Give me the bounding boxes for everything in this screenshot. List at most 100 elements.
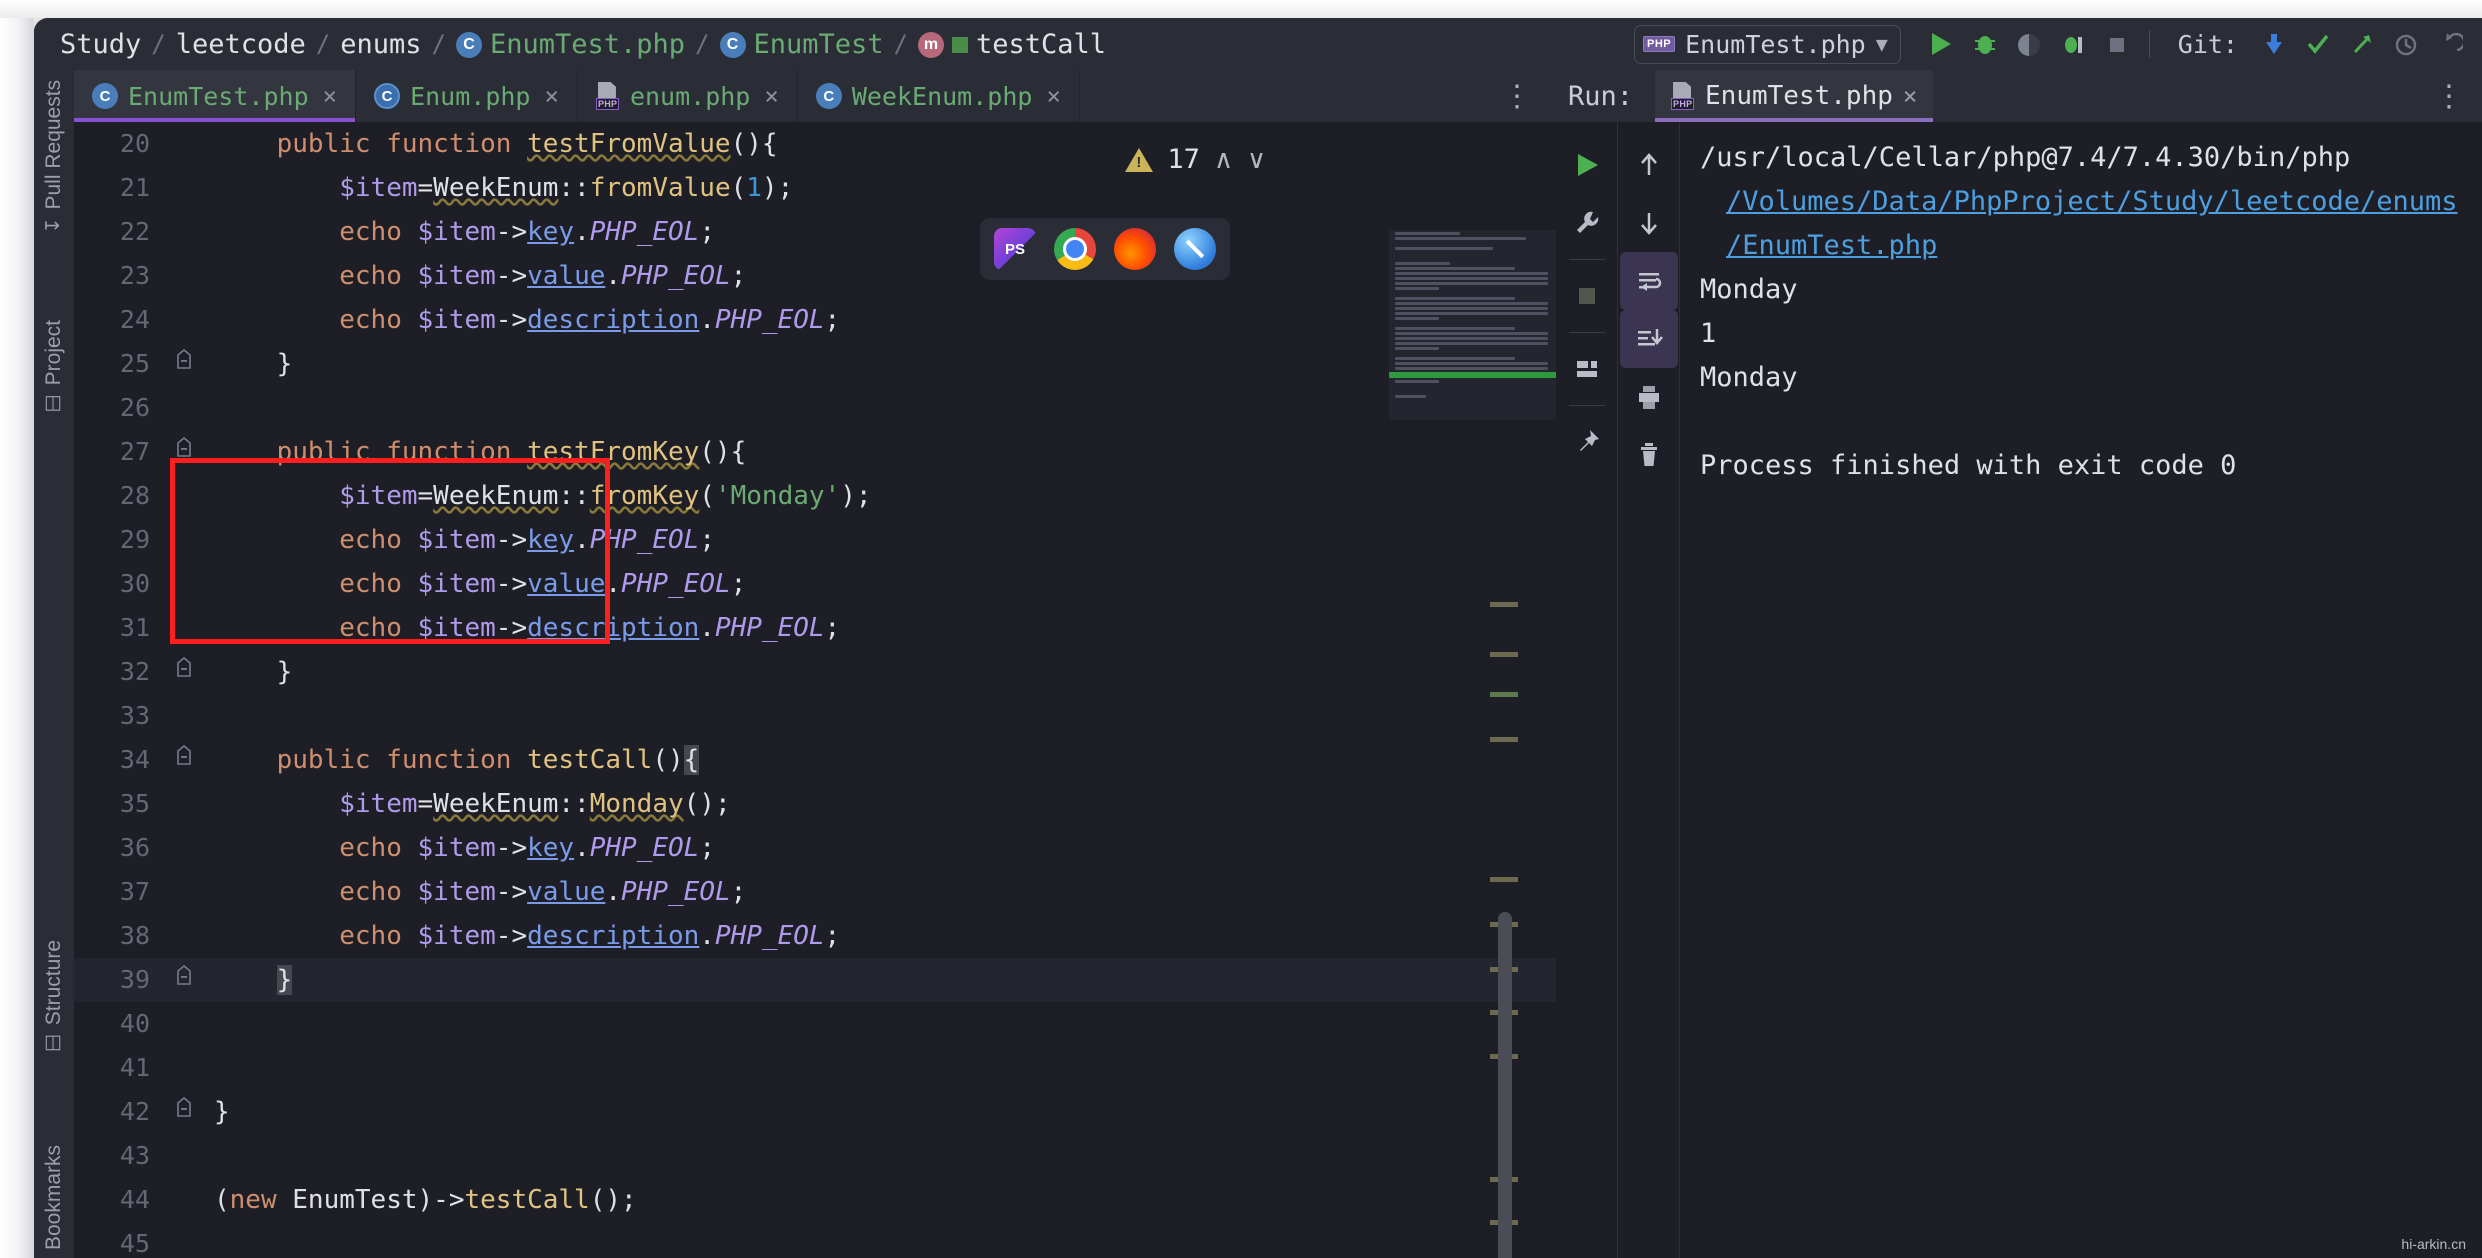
up-arrow-icon[interactable] bbox=[1620, 136, 1678, 194]
breadcrumb-item-study[interactable]: Study bbox=[60, 29, 141, 60]
sidebar-item-pull-requests[interactable]: ↧ Pull Requests bbox=[34, 80, 78, 234]
console-output[interactable]: /usr/local/Cellar/php@7.4/7.4.30/bin/php… bbox=[1680, 122, 2482, 1258]
code-line[interactable]: 24 echo $item->description.PHP_EOL; bbox=[74, 298, 1556, 342]
code-line[interactable]: 44 (new EnumTest)->testCall(); bbox=[74, 1178, 1556, 1222]
scrollbar-marker[interactable] bbox=[1490, 602, 1518, 607]
code-line[interactable]: 45 bbox=[74, 1222, 1556, 1258]
editor-scrollbar-thumb[interactable] bbox=[1498, 912, 1512, 1258]
firefox-icon[interactable] bbox=[1114, 228, 1156, 270]
code-line[interactable]: 43 bbox=[74, 1134, 1556, 1178]
code-line[interactable]: 22 echo $item->key.PHP_EOL; bbox=[74, 210, 1556, 254]
next-problem-icon[interactable]: ∨ bbox=[1247, 144, 1266, 175]
code-line[interactable]: 35 $item=WeekEnum::Monday(); bbox=[74, 782, 1556, 826]
down-arrow-icon[interactable] bbox=[1620, 194, 1678, 252]
rerun-icon[interactable] bbox=[1558, 136, 1616, 194]
phpstorm-icon[interactable]: PS bbox=[994, 228, 1036, 270]
breadcrumb-item-enumtest[interactable]: C EnumTest bbox=[719, 29, 884, 60]
trash-icon[interactable] bbox=[1620, 426, 1678, 484]
breadcrumb-item-leetcode[interactable]: leetcode bbox=[176, 29, 306, 60]
code-text: echo $item->description.PHP_EOL; bbox=[339, 921, 841, 951]
inspection-widget[interactable]: 17 ∧ ∨ bbox=[1125, 144, 1266, 175]
chrome-icon[interactable] bbox=[1054, 228, 1096, 270]
git-push-button[interactable] bbox=[2340, 22, 2384, 66]
git-update-button[interactable] bbox=[2252, 22, 2296, 66]
close-icon[interactable]: × bbox=[764, 82, 778, 110]
scrollbar-marker[interactable] bbox=[1490, 692, 1518, 697]
code-line[interactable]: 34 public function testCall(){ bbox=[74, 738, 1556, 782]
editor-tab-weekenum-php[interactable]: C WeekEnum.php × bbox=[798, 70, 1080, 122]
code-line[interactable]: 32 } bbox=[74, 650, 1556, 694]
tab-options-icon[interactable]: ⋮ bbox=[1480, 70, 1556, 122]
code-editor[interactable]: 20 public function testFromValue(){21 $i… bbox=[74, 122, 1556, 1258]
run-options-icon[interactable]: ⋮ bbox=[2434, 79, 2482, 114]
layout-icon[interactable] bbox=[1558, 340, 1616, 398]
code-line[interactable]: 40 bbox=[74, 1002, 1556, 1046]
line-number: 39 bbox=[119, 965, 150, 994]
sidebar-item-project[interactable]: ◫ Project bbox=[34, 320, 78, 415]
console-link-line[interactable]: /Volumes/Data/PhpProject/Study/leetcode/… bbox=[1700, 180, 2482, 224]
run-with-coverage-button[interactable] bbox=[2007, 22, 2051, 66]
code-line[interactable]: 31 echo $item->description.PHP_EOL; bbox=[74, 606, 1556, 650]
code-line[interactable]: 36 echo $item->key.PHP_EOL; bbox=[74, 826, 1556, 870]
close-icon[interactable]: × bbox=[323, 82, 337, 110]
code-line[interactable]: 29 echo $item->key.PHP_EOL; bbox=[74, 518, 1556, 562]
code-line[interactable]: 27 public function testFromKey(){ bbox=[74, 430, 1556, 474]
scroll-to-end-icon[interactable] bbox=[1619, 310, 1678, 368]
code-line[interactable]: 20 public function testFromValue(){ bbox=[74, 122, 1556, 166]
print-icon[interactable] bbox=[1620, 368, 1678, 426]
git-history-button[interactable] bbox=[2384, 22, 2428, 66]
stop-icon[interactable] bbox=[1558, 267, 1616, 325]
stop-button[interactable] bbox=[2095, 22, 2139, 66]
run-configuration-selector[interactable]: PHP EnumTest.php ▼ bbox=[1633, 24, 1901, 64]
safari-icon[interactable] bbox=[1174, 228, 1216, 270]
breadcrumb-item-testcall[interactable]: m testCall bbox=[918, 29, 1106, 60]
code-line[interactable]: 21 $item=WeekEnum::fromValue(1); bbox=[74, 166, 1556, 210]
debug-button[interactable] bbox=[1963, 22, 2007, 66]
breadcrumb-label: enums bbox=[340, 28, 422, 60]
code-line[interactable]: 41 bbox=[74, 1046, 1556, 1090]
run-tab-enumtest[interactable]: PHP EnumTest.php × bbox=[1655, 70, 1934, 122]
editor-tab-enum-php[interactable]: PHP enum.php × bbox=[578, 70, 798, 122]
fold-marker-icon[interactable] bbox=[166, 650, 202, 694]
console-link-line[interactable]: /EnumTest.php bbox=[1700, 224, 2482, 268]
code-line[interactable]: 30 echo $item->value.PHP_EOL; bbox=[74, 562, 1556, 606]
scrollbar-marker[interactable] bbox=[1490, 652, 1518, 657]
editor-tab-enumtest-php[interactable]: C EnumTest.php × bbox=[74, 70, 357, 122]
scrollbar-marker[interactable] bbox=[1490, 737, 1518, 742]
code-line[interactable]: 23 echo $item->value.PHP_EOL; bbox=[74, 254, 1556, 298]
scrollbar-marker[interactable] bbox=[1490, 877, 1518, 882]
line-number: 38 bbox=[119, 921, 150, 950]
browser-launch-popup[interactable]: PS bbox=[980, 218, 1230, 280]
breadcrumb-item-enums[interactable]: enums bbox=[340, 29, 421, 60]
wrench-settings-icon[interactable] bbox=[1558, 194, 1616, 252]
editor-minimap[interactable] bbox=[1389, 230, 1556, 420]
code-line[interactable]: 28 $item=WeekEnum::fromKey('Monday'); bbox=[74, 474, 1556, 518]
code-line[interactable]: 37 echo $item->value.PHP_EOL; bbox=[74, 870, 1556, 914]
code-line[interactable]: 26 bbox=[74, 386, 1556, 430]
close-icon[interactable]: × bbox=[1903, 82, 1917, 110]
previous-problem-icon[interactable]: ∧ bbox=[1214, 144, 1233, 175]
fold-marker-icon[interactable] bbox=[166, 958, 202, 1002]
run-button[interactable] bbox=[1919, 22, 1963, 66]
sidebar-item-structure[interactable]: ◫ Structure bbox=[34, 940, 78, 1055]
sidebar-item-bookmarks[interactable]: Bookmarks bbox=[34, 1145, 78, 1250]
close-icon[interactable]: × bbox=[1046, 82, 1060, 110]
close-icon[interactable]: × bbox=[545, 82, 559, 110]
profile-button[interactable] bbox=[2051, 22, 2095, 66]
fold-marker-icon[interactable] bbox=[166, 738, 202, 782]
git-rollback-button[interactable] bbox=[2428, 22, 2472, 66]
code-line[interactable]: 42} bbox=[74, 1090, 1556, 1134]
breadcrumb-item-enumtest-php[interactable]: C EnumTest.php bbox=[455, 29, 685, 60]
code-line[interactable]: 39 } bbox=[74, 958, 1556, 1002]
fold-marker-icon[interactable] bbox=[166, 342, 202, 386]
pin-icon[interactable] bbox=[1558, 413, 1616, 471]
scrollbar-marker-rail[interactable] bbox=[1486, 562, 1526, 1258]
code-line[interactable]: 38 echo $item->description.PHP_EOL; bbox=[74, 914, 1556, 958]
soft-wrap-icon[interactable] bbox=[1619, 252, 1678, 310]
fold-marker-icon[interactable] bbox=[166, 430, 202, 474]
code-line[interactable]: 33 bbox=[74, 694, 1556, 738]
code-line[interactable]: 25 } bbox=[74, 342, 1556, 386]
editor-tab-enum-php[interactable]: C Enum.php × bbox=[356, 70, 578, 122]
fold-marker-icon[interactable] bbox=[166, 1090, 202, 1134]
git-commit-button[interactable] bbox=[2296, 22, 2340, 66]
